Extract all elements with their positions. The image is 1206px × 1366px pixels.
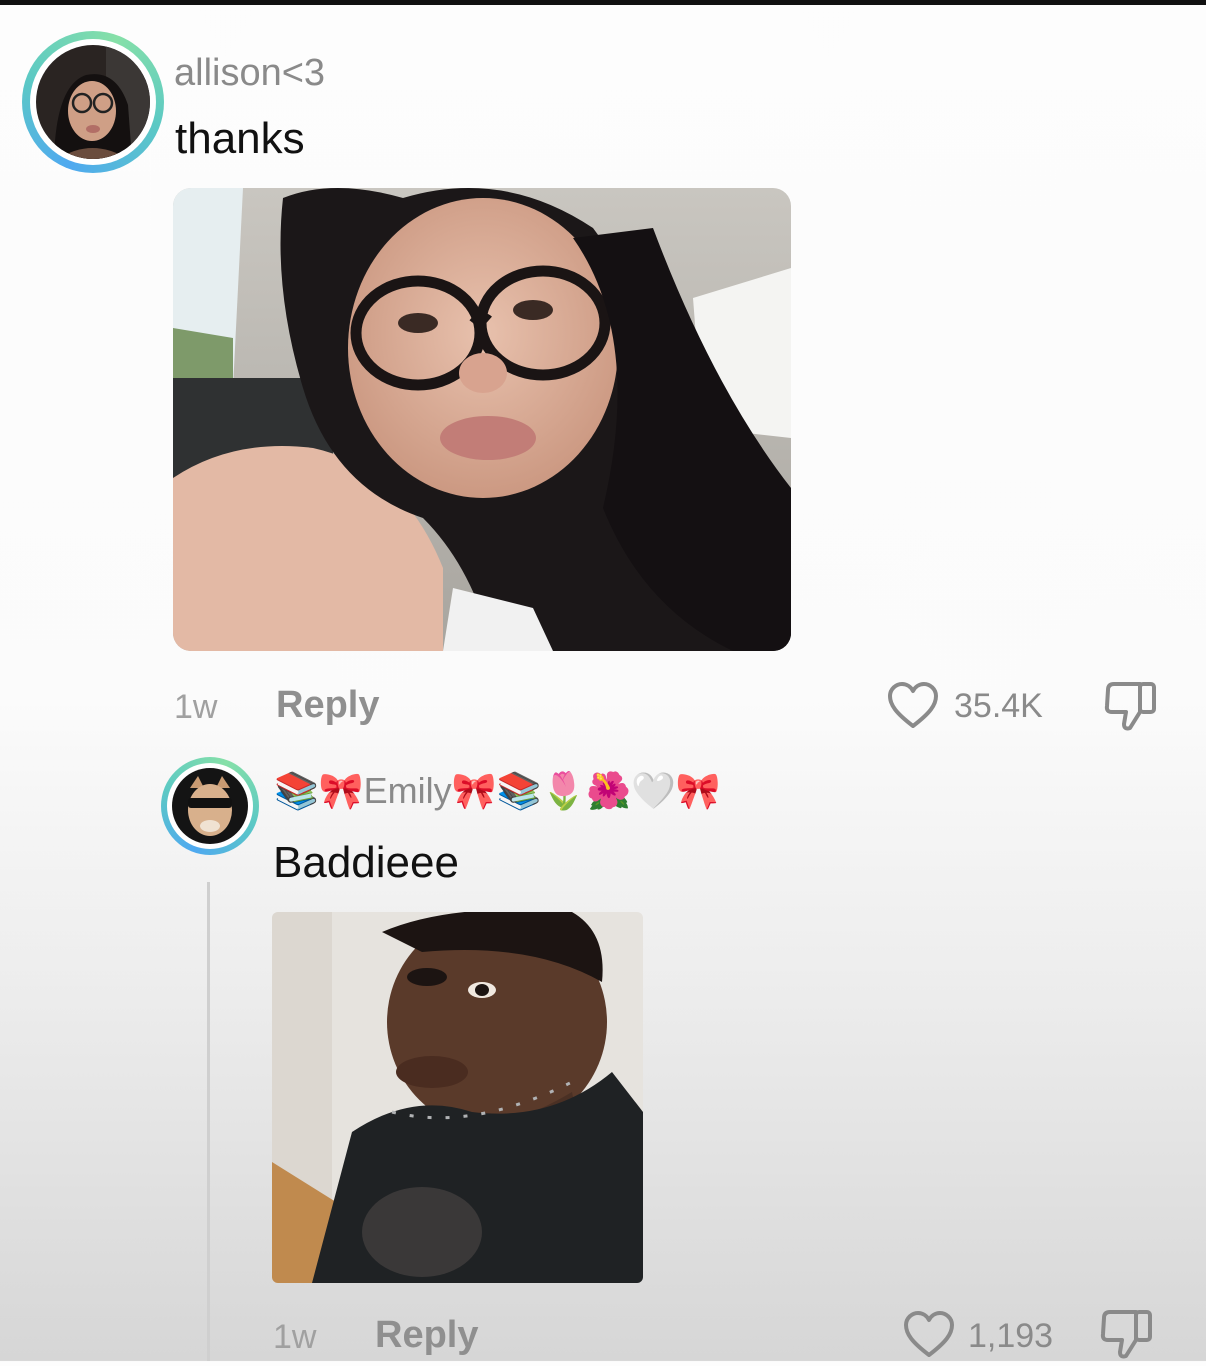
reply-button[interactable]: Reply bbox=[276, 684, 379, 727]
comment-text: Baddieee bbox=[273, 838, 459, 887]
avatar[interactable] bbox=[36, 45, 150, 159]
reply-button[interactable]: Reply bbox=[375, 1314, 478, 1357]
thumbs-down-icon[interactable] bbox=[1102, 680, 1160, 734]
thumbs-down-icon[interactable] bbox=[1098, 1308, 1156, 1361]
heart-outline-icon[interactable] bbox=[886, 681, 940, 731]
comment-timestamp: 1w bbox=[174, 688, 218, 726]
comment-username[interactable]: allison<3 bbox=[174, 52, 325, 95]
comment-photo[interactable] bbox=[173, 188, 791, 651]
like-count: 35.4K bbox=[954, 687, 1043, 725]
username-name: Emily bbox=[363, 770, 452, 811]
heart-outline-icon[interactable] bbox=[902, 1310, 956, 1360]
comment-photo[interactable] bbox=[272, 912, 643, 1283]
like-count: 1,193 bbox=[968, 1317, 1054, 1355]
comment-text: thanks bbox=[175, 114, 305, 163]
thread-line bbox=[207, 882, 210, 1361]
username-emoji-suffix: 🎀📚🌷🌺🤍🎀 bbox=[451, 770, 721, 811]
comment-timestamp: 1w bbox=[273, 1318, 317, 1356]
username-emoji-prefix: 📚🎀 bbox=[274, 770, 364, 811]
avatar[interactable] bbox=[172, 768, 248, 844]
top-border bbox=[0, 0, 1206, 5]
comment-username[interactable]: 📚🎀Emily🎀📚🌷🌺🤍🎀 bbox=[274, 770, 721, 812]
